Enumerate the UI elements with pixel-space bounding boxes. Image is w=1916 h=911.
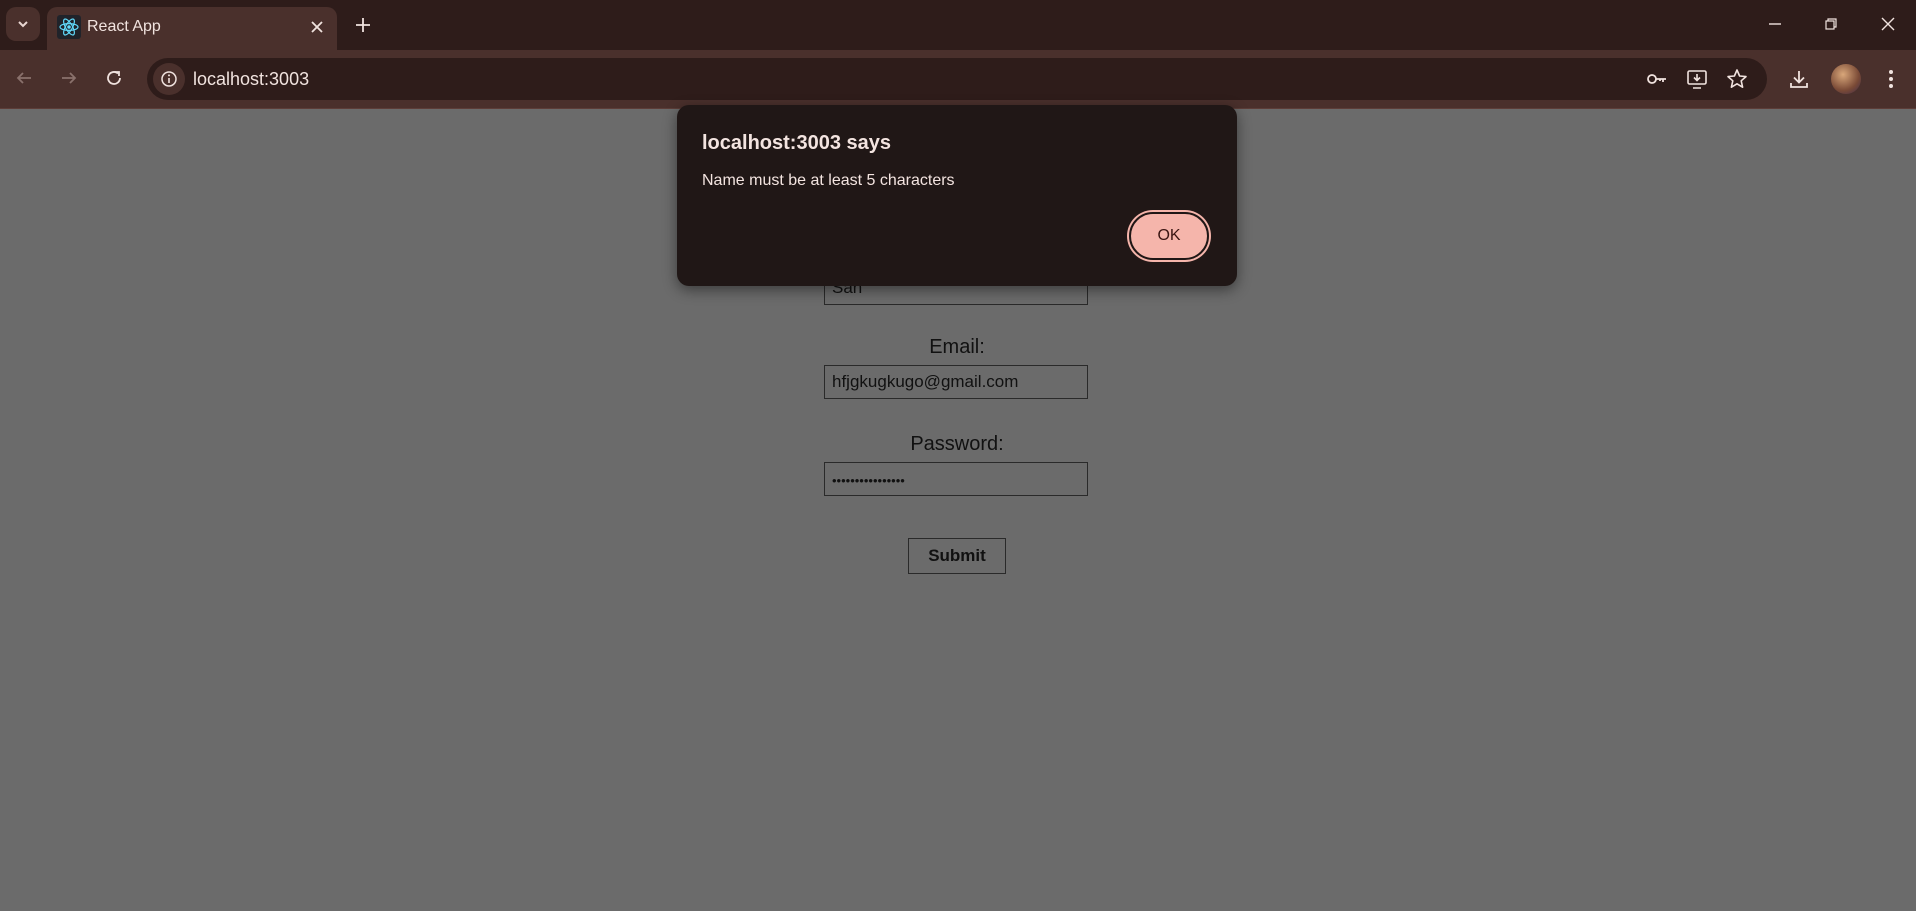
- email-input[interactable]: hfjgkugkugo@gmail.com: [824, 365, 1088, 399]
- install-app-button[interactable]: [1682, 64, 1712, 94]
- minimize-icon: [1769, 23, 1781, 25]
- browser-toolbar: localhost:3003: [0, 50, 1916, 109]
- new-tab-button[interactable]: [348, 10, 378, 40]
- password-key-button[interactable]: [1642, 64, 1672, 94]
- restore-icon: [1825, 18, 1837, 30]
- tab-react-app[interactable]: React App: [47, 7, 337, 50]
- arrow-left-icon: [16, 72, 31, 84]
- profile-avatar[interactable]: [1831, 64, 1861, 94]
- tab-title: React App: [87, 18, 161, 35]
- minimize-button[interactable]: [1747, 0, 1803, 48]
- alert-dialog: localhost:3003 says Name must be at leas…: [677, 105, 1237, 286]
- dialog-message: Name must be at least 5 characters: [702, 172, 955, 189]
- address-bar[interactable]: localhost:3003: [147, 58, 1767, 100]
- close-icon: [311, 21, 323, 33]
- reload-icon: [107, 71, 121, 85]
- site-info-button[interactable]: [153, 63, 185, 95]
- back-button[interactable]: [8, 62, 40, 94]
- downloads-button[interactable]: [1782, 62, 1816, 96]
- star-icon: [1727, 69, 1747, 88]
- close-icon: [1881, 17, 1895, 31]
- menu-button[interactable]: [1874, 62, 1908, 96]
- email-label: Email:: [929, 336, 985, 358]
- info-icon: [161, 71, 177, 87]
- key-icon: [1647, 74, 1666, 84]
- forward-button[interactable]: [53, 62, 85, 94]
- arrow-right-icon: [62, 72, 77, 84]
- close-window-button[interactable]: [1860, 0, 1916, 48]
- url-text[interactable]: localhost:3003: [193, 67, 309, 91]
- more-vertical-icon: [1889, 70, 1893, 88]
- download-icon: [1790, 71, 1808, 88]
- react-logo-icon: [57, 15, 81, 39]
- submit-button[interactable]: Submit: [908, 538, 1006, 574]
- password-label: Password:: [910, 433, 1004, 455]
- reload-button[interactable]: [98, 62, 130, 94]
- bookmark-button[interactable]: [1722, 64, 1752, 94]
- restore-button[interactable]: [1803, 0, 1859, 48]
- chevron-down-icon: [18, 21, 28, 28]
- ok-button[interactable]: OK: [1129, 212, 1209, 260]
- tab-close-button[interactable]: [307, 17, 327, 37]
- dialog-title: localhost:3003 says: [702, 132, 891, 154]
- tab-search-button[interactable]: [6, 7, 40, 41]
- password-input[interactable]: ••••••••••••••••: [824, 462, 1088, 496]
- install-icon: [1687, 70, 1707, 89]
- tab-strip: React App: [0, 0, 1916, 50]
- plus-icon: [356, 18, 370, 32]
